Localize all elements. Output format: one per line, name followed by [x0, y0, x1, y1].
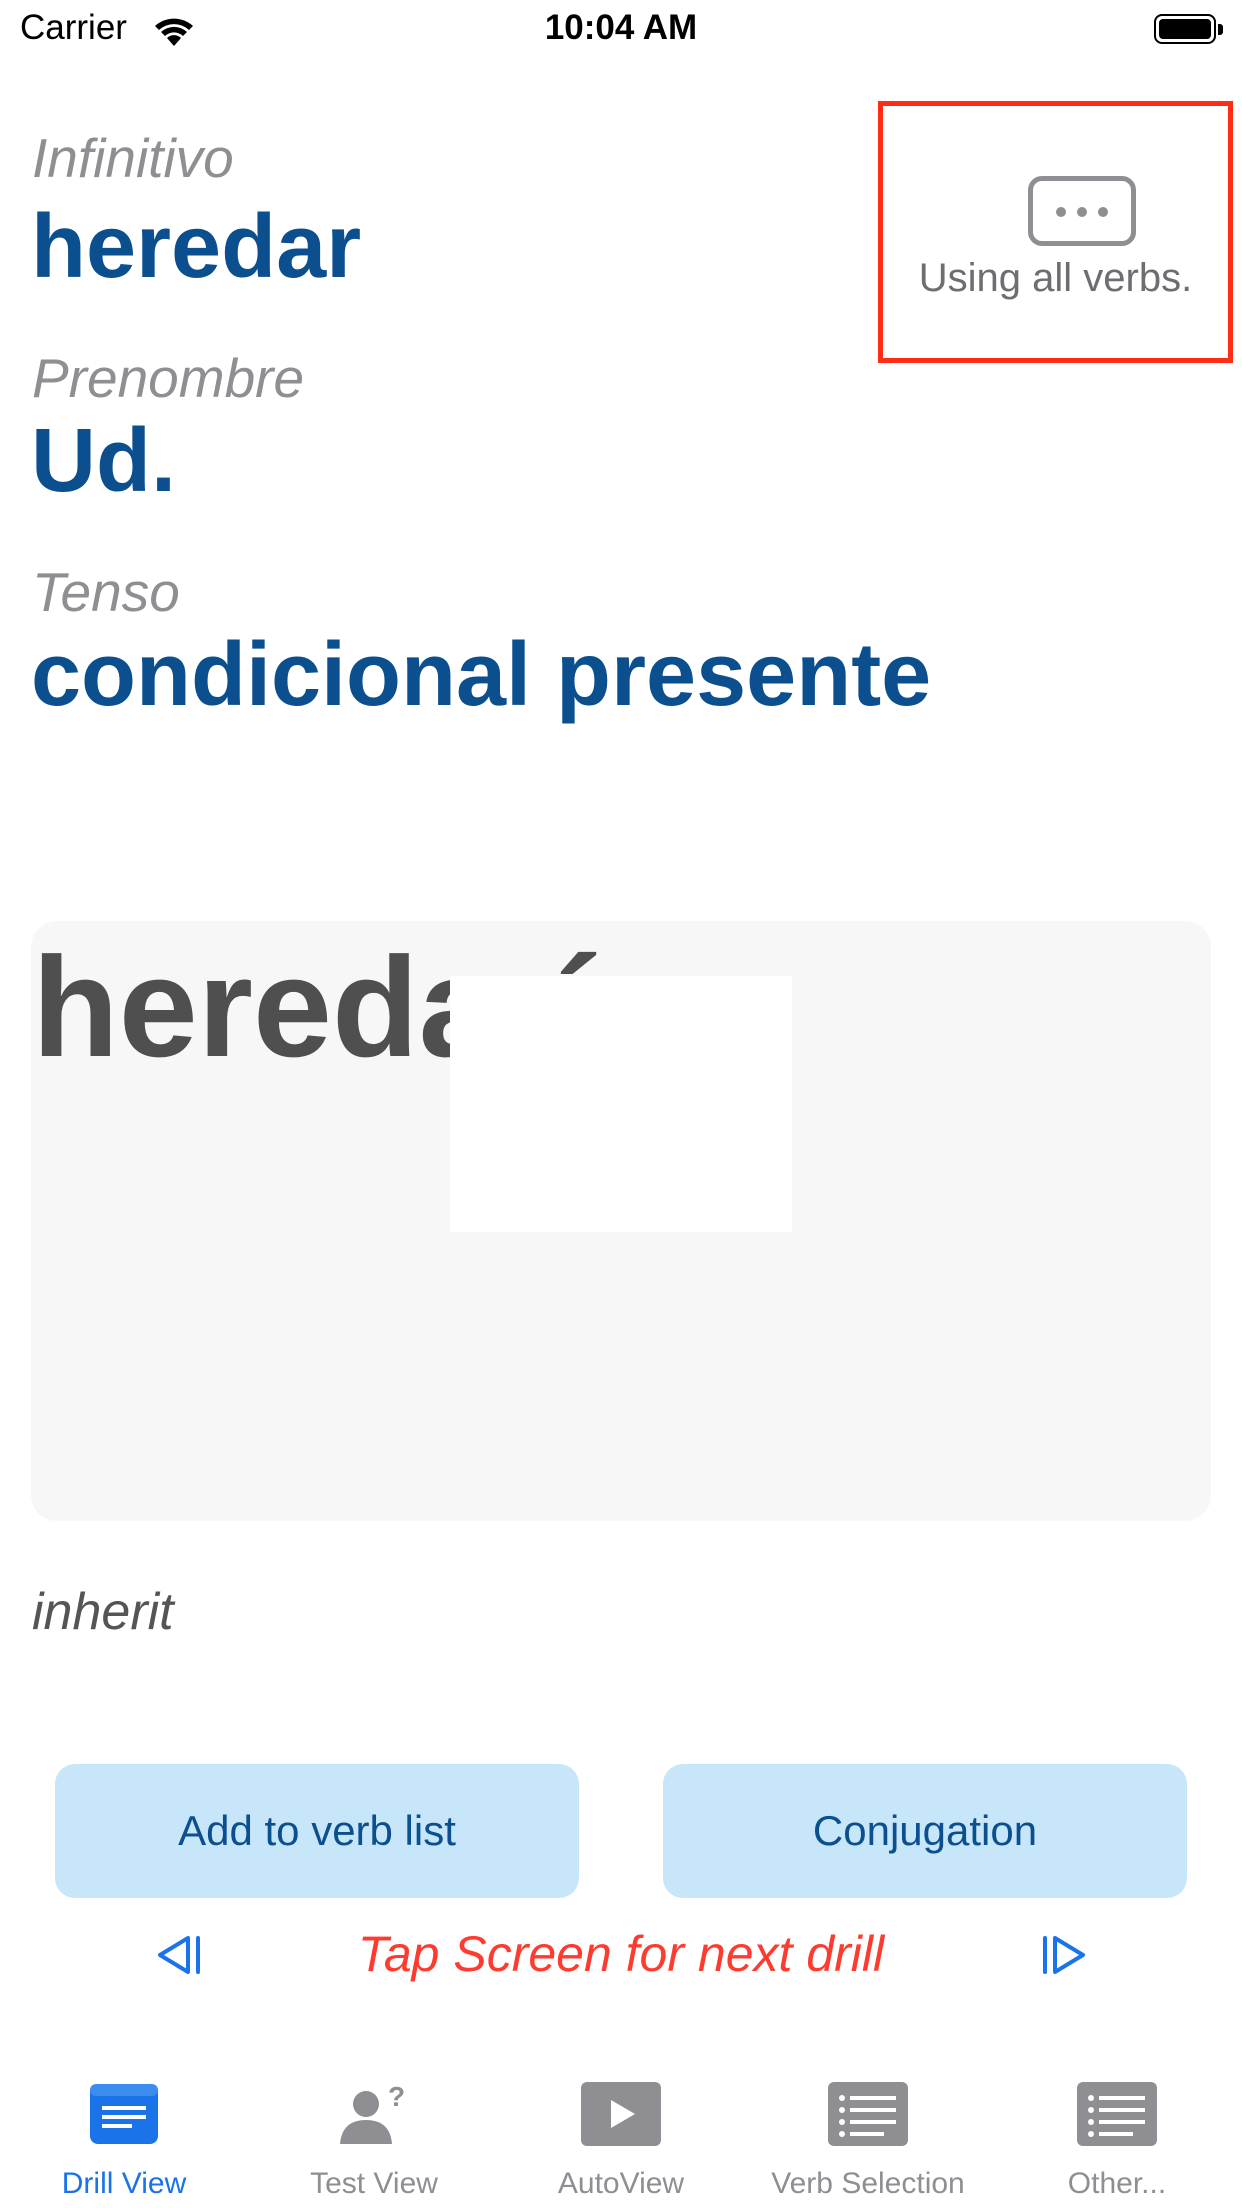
test-view-icon: ?: [340, 2081, 405, 2144]
infinitive-label: Infinitivo: [32, 127, 234, 189]
more-icon[interactable]: [1028, 176, 1136, 246]
status-time: 10:04 AM: [544, 8, 698, 47]
tab-other[interactable]: Other...: [997, 2082, 1237, 2201]
tab-autoview[interactable]: AutoView: [501, 2082, 741, 2201]
verb-selection-icon: [828, 2082, 908, 2146]
verb-filter-label: Using all verbs.: [918, 256, 1193, 300]
autoview-icon: [581, 2082, 661, 2146]
other-icon: [1077, 2082, 1157, 2146]
conjugation-button[interactable]: Conjugation: [663, 1764, 1187, 1898]
drill-view-icon: [90, 2084, 158, 2144]
tab-verb-selection[interactable]: Verb Selection: [748, 2082, 988, 2201]
pronoun-value: Ud.: [31, 411, 176, 511]
tab-label: Verb Selection: [771, 2167, 965, 2200]
pronoun-label: Prenombre: [32, 347, 305, 409]
translation-text: inherit: [32, 1583, 174, 1641]
tense-label: Tenso: [32, 561, 180, 623]
tab-label: Drill View: [61, 2167, 187, 2200]
tab-test-view[interactable]: ? Test View: [254, 2081, 494, 2201]
tab-label: Other...: [1067, 2167, 1167, 2200]
add-to-verb-list-button[interactable]: Add to verb list: [55, 1764, 579, 1898]
infinitive-value: heredar: [31, 197, 362, 297]
svg-text:?: ?: [388, 2082, 405, 2112]
next-drill-icon[interactable]: [1039, 1932, 1091, 1978]
answer-mask: [450, 976, 792, 1232]
tab-drill-view[interactable]: Drill View: [4, 2082, 244, 2201]
battery-icon: [1154, 14, 1226, 46]
tab-label: Test View: [310, 2167, 438, 2200]
tab-label: AutoView: [557, 2167, 685, 2200]
tense-value: condicional presente: [31, 625, 932, 725]
